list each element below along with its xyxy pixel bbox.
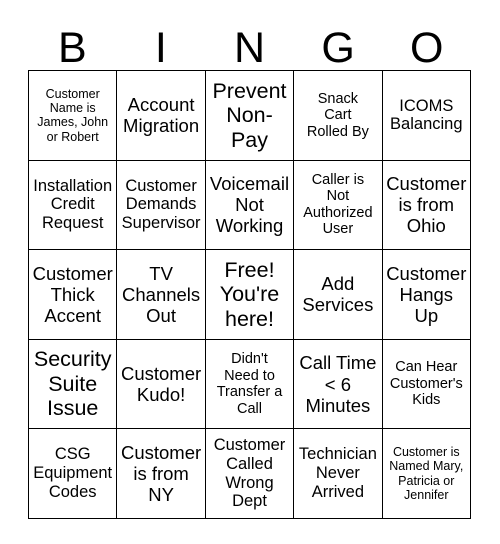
bingo-cell-label: TV Channels Out — [122, 262, 201, 327]
bingo-cell-label: Security Suite Issue — [33, 347, 112, 421]
bingo-cell-label: Account Migration — [123, 94, 200, 137]
bingo-cell-label: Call Time < 6 Minutes — [299, 352, 377, 416]
bingo-cell[interactable]: Didn't Need to Transfer a Call — [205, 339, 295, 430]
bingo-header-letter-o: O — [409, 24, 444, 72]
bingo-cell-label: Customer is from NY — [120, 442, 202, 506]
bingo-cell[interactable]: Customer Hangs Up — [382, 250, 471, 340]
bingo-cell-label: Add Services — [302, 273, 374, 316]
bingo-header-letter-n: N — [233, 24, 266, 72]
bingo-cell[interactable]: Snack Cart Rolled By — [294, 71, 383, 161]
bingo-cell-label: Customer Hangs Up — [386, 262, 467, 327]
bingo-cell[interactable]: Prevent Non- Pay — [205, 71, 295, 161]
bingo-cell[interactable]: Customer Demands Supervisor — [117, 160, 206, 251]
bingo-cell-label: Prevent Non- Pay — [212, 78, 287, 152]
bingo-cell[interactable]: Customer Thick Accent — [29, 250, 118, 340]
bingo-cell[interactable]: Customer Name is James, John or Robert — [29, 71, 118, 161]
bingo-cell[interactable]: Security Suite Issue — [29, 339, 118, 430]
bingo-cell-label: CSG Equipment Codes — [33, 445, 113, 502]
bingo-cell-label: Free! You're here! — [219, 257, 280, 331]
bingo-header-letter-b: B — [57, 24, 87, 72]
bingo-cell-label: Can Hear Customer's Kids — [389, 359, 463, 409]
bingo-cell-label: Customer Called Wrong Dept — [213, 436, 286, 511]
bingo-cell[interactable]: Call Time < 6 Minutes — [294, 339, 383, 430]
bingo-cell-label: ICOMS Balancing — [390, 96, 463, 134]
bingo-cell[interactable]: Account Migration — [117, 71, 206, 161]
bingo-cell[interactable]: CSG Equipment Codes — [29, 429, 118, 519]
bingo-card: B I N G O Customer Name is James, John o… — [0, 0, 500, 544]
bingo-cell-label: Technician Never Arrived — [298, 445, 377, 502]
bingo-cell-label: Didn't Need to Transfer a Call — [216, 351, 283, 417]
bingo-header-letter-g: G — [321, 24, 355, 72]
bingo-cell[interactable]: Customer is from NY — [117, 429, 206, 519]
bingo-cell-label: Customer Kudo! — [120, 363, 202, 406]
bingo-cell-label: Customer is from Ohio — [386, 173, 467, 237]
bingo-header-row: B I N G O — [28, 14, 471, 70]
bingo-cell-label: Installation Credit Request — [33, 176, 113, 233]
bingo-cell[interactable]: ICOMS Balancing — [382, 71, 471, 161]
bingo-cell-label: Caller is Not Authorized User — [303, 171, 373, 238]
bingo-cell[interactable]: Technician Never Arrived — [294, 429, 383, 519]
bingo-cell[interactable]: Add Services — [294, 250, 383, 340]
bingo-cell[interactable]: Voicemail Not Working — [205, 160, 295, 251]
bingo-cell-label: Customer Demands Supervisor — [121, 176, 201, 233]
bingo-cell[interactable]: Customer is Named Mary, Patricia or Jenn… — [382, 429, 471, 519]
bingo-cell[interactable]: Caller is Not Authorized User — [294, 160, 383, 251]
bingo-cell[interactable]: Customer is from Ohio — [382, 160, 471, 251]
bingo-cell[interactable]: Can Hear Customer's Kids — [382, 339, 471, 430]
bingo-header-letter-i: I — [154, 24, 167, 72]
bingo-cell[interactable]: Customer Called Wrong Dept — [205, 429, 295, 519]
bingo-grid: Customer Name is James, John or Robert Ac… — [28, 70, 471, 519]
bingo-cell[interactable]: Customer Kudo! — [117, 339, 206, 430]
bingo-cell-label: Snack Cart Rolled By — [306, 90, 369, 140]
bingo-cell-label: Voicemail Not Working — [209, 173, 290, 237]
bingo-cell-free-space[interactable]: Free! You're here! — [205, 250, 295, 340]
bingo-cell-label: Customer Thick Accent — [32, 262, 113, 327]
bingo-cell-label: Customer is Named Mary, Patricia or Jenn… — [389, 445, 464, 502]
bingo-cell-label: Customer Name is James, John or Robert — [37, 86, 109, 144]
bingo-cell[interactable]: Installation Credit Request — [29, 160, 118, 251]
bingo-cell[interactable]: TV Channels Out — [117, 250, 206, 340]
